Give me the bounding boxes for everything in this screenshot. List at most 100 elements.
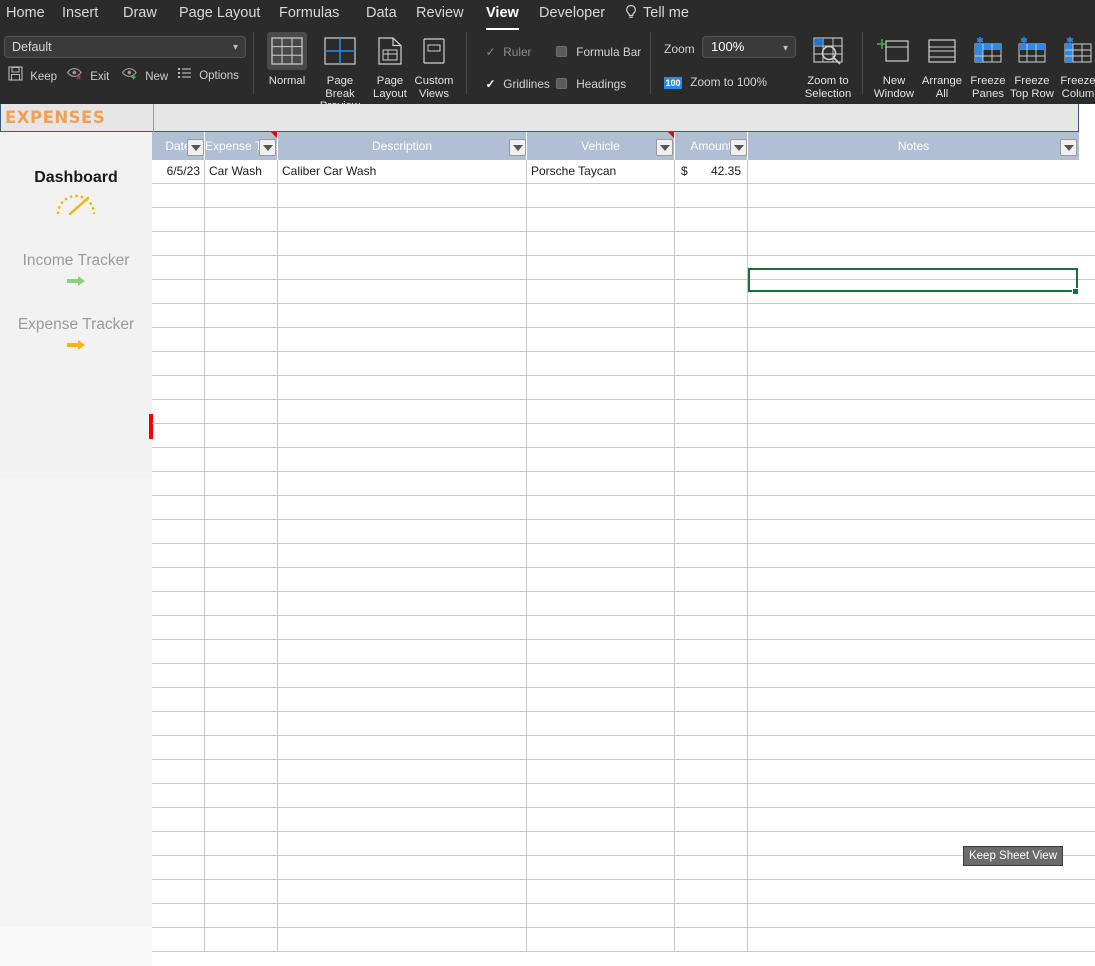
table-cell[interactable] xyxy=(278,568,527,591)
column-header-amount[interactable]: Amount xyxy=(675,132,748,160)
table-cell[interactable] xyxy=(152,400,205,423)
table-cell[interactable] xyxy=(527,616,675,639)
table-cell[interactable] xyxy=(675,472,748,495)
toggle-formula-bar[interactable]: Formula Bar xyxy=(556,42,641,60)
table-cell[interactable] xyxy=(205,304,278,327)
table-cell[interactable]: Porsche Taycan xyxy=(527,160,675,183)
table-cell[interactable] xyxy=(205,880,278,903)
table-row[interactable] xyxy=(152,376,1095,400)
table-cell[interactable] xyxy=(527,640,675,663)
table-cell[interactable] xyxy=(675,376,748,399)
table-row[interactable] xyxy=(152,448,1095,472)
sheet-view-options-button[interactable]: Options xyxy=(177,66,239,84)
tab-home[interactable]: Home xyxy=(6,3,45,27)
table-cell[interactable] xyxy=(675,184,748,207)
table-cell[interactable] xyxy=(152,328,205,351)
table-cell[interactable] xyxy=(205,904,278,927)
toggle-headings[interactable]: Headings xyxy=(556,74,626,92)
table-cell[interactable] xyxy=(278,784,527,807)
table-cell[interactable]: Car Wash xyxy=(205,160,278,183)
table-cell[interactable] xyxy=(278,352,527,375)
table-row[interactable] xyxy=(152,760,1095,784)
table-cell[interactable] xyxy=(527,784,675,807)
table-cell[interactable] xyxy=(152,712,205,735)
table-cell[interactable] xyxy=(748,352,1079,375)
table-cell[interactable] xyxy=(152,616,205,639)
table-cell[interactable] xyxy=(278,448,527,471)
arrange-all-button[interactable]: Arrange All xyxy=(916,32,968,100)
table-cell[interactable] xyxy=(675,832,748,855)
table-cell[interactable] xyxy=(278,664,527,687)
table-row[interactable] xyxy=(152,304,1095,328)
table-cell[interactable] xyxy=(675,304,748,327)
table-cell[interactable] xyxy=(152,352,205,375)
table-cell[interactable] xyxy=(278,400,527,423)
sheet-view-select[interactable]: Default ▾ xyxy=(4,36,246,58)
table-cell[interactable] xyxy=(152,832,205,855)
table-row[interactable] xyxy=(152,784,1095,808)
table-cell[interactable] xyxy=(527,760,675,783)
table-cell[interactable] xyxy=(278,928,527,951)
table-cell[interactable] xyxy=(527,184,675,207)
table-cell[interactable] xyxy=(748,160,1079,183)
table-cell[interactable] xyxy=(675,280,748,303)
table-cell[interactable] xyxy=(527,256,675,279)
view-page-layout-button[interactable]: Page Layout xyxy=(366,32,414,100)
table-cell[interactable] xyxy=(205,544,278,567)
table-cell[interactable] xyxy=(278,232,527,255)
table-row[interactable] xyxy=(152,688,1095,712)
table-cell[interactable] xyxy=(748,640,1079,663)
table-cell[interactable] xyxy=(748,520,1079,543)
table-cell[interactable] xyxy=(205,856,278,879)
table-cell[interactable] xyxy=(675,760,748,783)
table-cell[interactable] xyxy=(278,616,527,639)
table-cell[interactable] xyxy=(527,520,675,543)
table-cell[interactable] xyxy=(205,376,278,399)
table-cell[interactable] xyxy=(205,208,278,231)
filter-dropdown-vehicle[interactable] xyxy=(656,139,673,156)
table-row[interactable] xyxy=(152,904,1095,928)
table-cell[interactable] xyxy=(152,664,205,687)
table-cell[interactable] xyxy=(152,304,205,327)
new-window-button[interactable]: New Window xyxy=(868,32,920,100)
table-cell[interactable] xyxy=(527,304,675,327)
table-cell[interactable] xyxy=(278,736,527,759)
table-cell[interactable] xyxy=(527,712,675,735)
table-cell[interactable] xyxy=(527,856,675,879)
table-cell[interactable] xyxy=(748,208,1079,231)
table-cell[interactable] xyxy=(152,232,205,255)
table-cell[interactable] xyxy=(205,784,278,807)
table-cell[interactable] xyxy=(527,352,675,375)
table-cell[interactable] xyxy=(278,832,527,855)
filter-dropdown-description[interactable] xyxy=(509,139,526,156)
table-cell[interactable] xyxy=(152,640,205,663)
table-cell[interactable] xyxy=(748,736,1079,759)
table-cell[interactable] xyxy=(278,424,527,447)
table-row[interactable] xyxy=(152,400,1095,424)
table-cell[interactable] xyxy=(152,520,205,543)
table-cell[interactable] xyxy=(205,280,278,303)
table-cell[interactable]: Caliber Car Wash xyxy=(278,160,527,183)
table-cell[interactable] xyxy=(675,328,748,351)
table-cell[interactable] xyxy=(748,592,1079,615)
table-cell[interactable] xyxy=(278,808,527,831)
filter-dropdown-date[interactable] xyxy=(187,139,204,156)
table-cell[interactable] xyxy=(152,808,205,831)
table-row[interactable] xyxy=(152,544,1095,568)
table-cell[interactable] xyxy=(278,520,527,543)
filter-dropdown-amount[interactable] xyxy=(730,139,747,156)
keep-sheet-view-button[interactable]: Keep xyxy=(8,66,57,84)
table-cell[interactable] xyxy=(675,784,748,807)
table-cell[interactable] xyxy=(152,760,205,783)
table-cell[interactable] xyxy=(748,616,1079,639)
table-cell[interactable] xyxy=(748,472,1079,495)
table-cell[interactable] xyxy=(278,280,527,303)
table-cell[interactable] xyxy=(527,448,675,471)
tab-view[interactable]: View xyxy=(486,3,519,30)
table-cell[interactable] xyxy=(527,688,675,711)
view-custom-views-button[interactable]: Custom Views xyxy=(408,32,460,100)
table-cell[interactable] xyxy=(152,736,205,759)
table-cell[interactable] xyxy=(152,784,205,807)
table-row[interactable] xyxy=(152,352,1095,376)
table-cell[interactable] xyxy=(152,208,205,231)
